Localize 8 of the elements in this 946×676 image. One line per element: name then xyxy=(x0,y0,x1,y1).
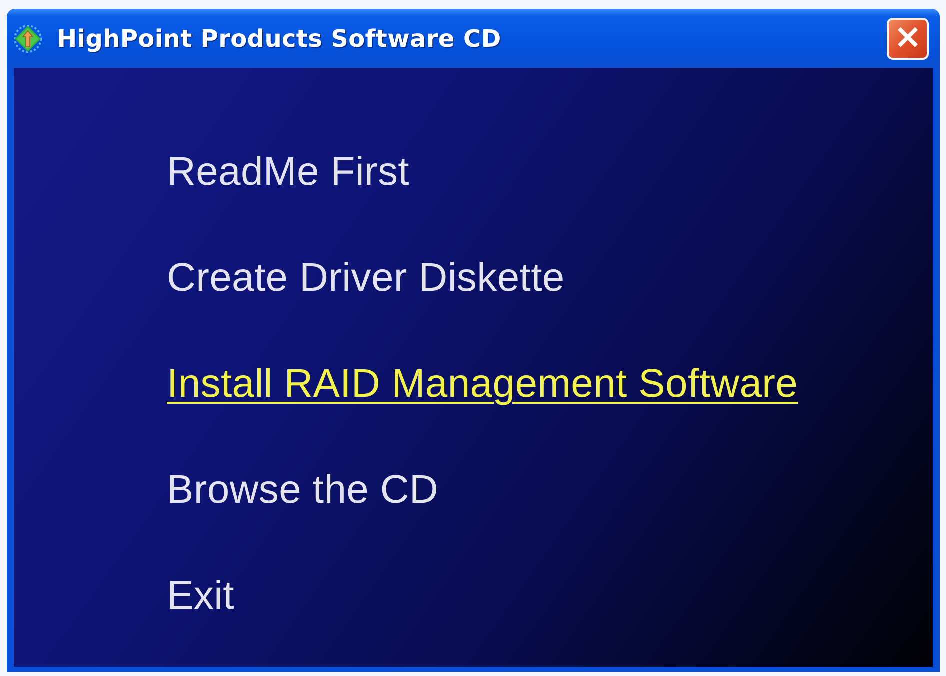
window-title: HighPoint Products Software CD xyxy=(57,24,502,52)
diamond-arrow-icon xyxy=(13,24,43,54)
close-button[interactable]: × xyxy=(887,18,929,60)
menu-item[interactable]: Create Driver Diskette xyxy=(167,256,565,300)
menu-item[interactable]: Exit xyxy=(167,574,234,618)
menu-item[interactable]: Browse the CD xyxy=(167,468,439,512)
menu-item[interactable]: Install RAID Management Software xyxy=(167,362,798,406)
menu-item[interactable]: ReadMe First xyxy=(167,150,410,194)
